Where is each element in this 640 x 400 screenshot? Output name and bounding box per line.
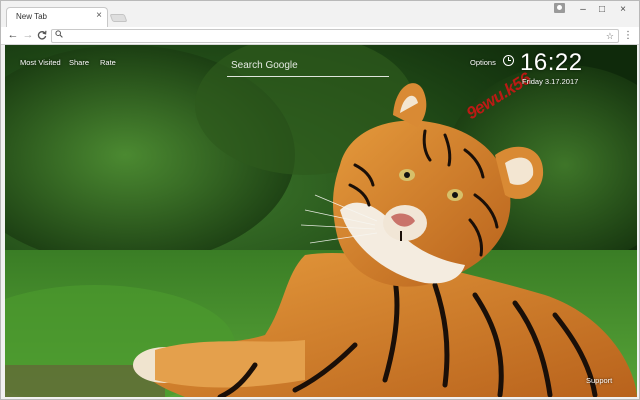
google-search-box[interactable]: [227, 55, 389, 77]
reload-button[interactable]: [36, 28, 48, 42]
new-tab-page: Most Visited Share Rate 9ewu.k56 Options…: [5, 45, 637, 397]
share-link[interactable]: Share: [69, 58, 89, 67]
clock-icon[interactable]: [503, 55, 514, 66]
browser-window: New Tab × – □ × ← → ☆ ⋮ Most Visited Sha…: [0, 0, 640, 400]
new-tab-button[interactable]: [109, 14, 128, 22]
tiger-background-photo: [5, 45, 637, 397]
search-icon: [55, 30, 63, 42]
most-visited-link[interactable]: Most Visited: [20, 58, 61, 67]
support-link[interactable]: Support: [586, 376, 612, 385]
reload-icon: [37, 30, 47, 40]
rate-link[interactable]: Rate: [100, 58, 116, 67]
options-link[interactable]: Options: [470, 58, 496, 67]
address-input[interactable]: [66, 30, 596, 42]
star-icon[interactable]: ☆: [606, 30, 614, 42]
profile-icon[interactable]: [554, 3, 565, 13]
maximize-button[interactable]: □: [594, 3, 610, 17]
back-button[interactable]: ←: [7, 28, 19, 42]
forward-button[interactable]: →: [22, 28, 34, 42]
close-window-button[interactable]: ×: [615, 3, 631, 17]
clock-time: 16:22: [520, 49, 583, 76]
tab-new-tab[interactable]: New Tab ×: [6, 7, 108, 27]
search-input[interactable]: [231, 57, 387, 74]
menu-icon[interactable]: ⋮: [623, 29, 633, 43]
minimize-button[interactable]: –: [575, 3, 591, 17]
tab-strip: New Tab × – □ ×: [1, 1, 639, 27]
address-bar[interactable]: ☆: [51, 29, 619, 43]
tab-title: New Tab: [16, 12, 47, 21]
clock-date: Friday 3.17.2017: [522, 77, 579, 86]
tab-close-icon[interactable]: ×: [96, 10, 102, 22]
browser-toolbar: ← → ☆ ⋮: [1, 27, 639, 45]
